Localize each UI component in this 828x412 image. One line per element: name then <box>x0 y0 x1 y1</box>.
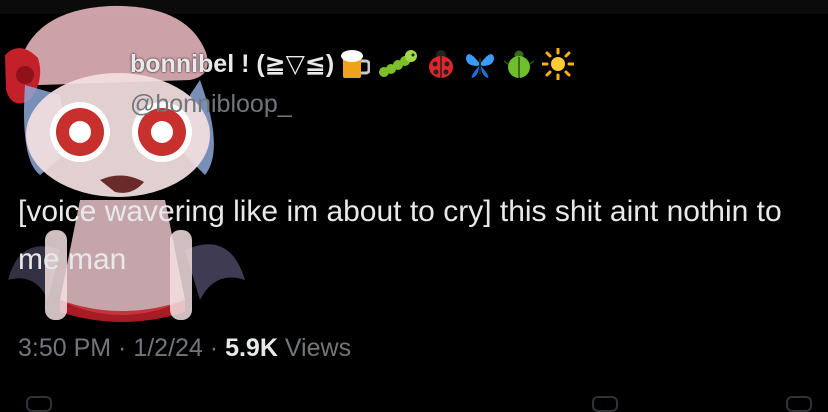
butterfly-icon <box>466 54 495 78</box>
view-count: 5.9K <box>225 334 278 362</box>
reply-icon[interactable] <box>26 396 52 412</box>
tweet-time[interactable]: 3:50 PM <box>18 334 111 362</box>
share-icon[interactable] <box>786 396 812 412</box>
views-label: Views <box>284 334 352 362</box>
author-name-row: bonnibel ! (≧▽≦) <box>130 48 575 80</box>
display-name[interactable]: bonnibel ! (≧▽≦) <box>130 49 334 79</box>
bookmark-icon[interactable] <box>592 396 618 412</box>
sun-icon <box>542 48 575 80</box>
beer-mug-icon <box>341 50 371 78</box>
beetle-icon <box>504 50 535 78</box>
tweet-date[interactable]: 1/2/24 <box>133 334 203 362</box>
ladybug-icon <box>429 50 454 78</box>
meta-separator: · <box>111 334 134 362</box>
meta-separator: · <box>202 334 226 362</box>
caterpillar-icon <box>379 50 418 77</box>
name-emoji-row <box>340 48 575 80</box>
user-handle[interactable]: @bonnibloop_ <box>130 90 292 119</box>
tweet-meta: 3:50 PM · 1/2/24 · 5.9K Views <box>18 334 351 363</box>
action-bar-hint <box>0 396 828 412</box>
tweet-text: [voice wavering like im about to cry] th… <box>18 195 791 276</box>
